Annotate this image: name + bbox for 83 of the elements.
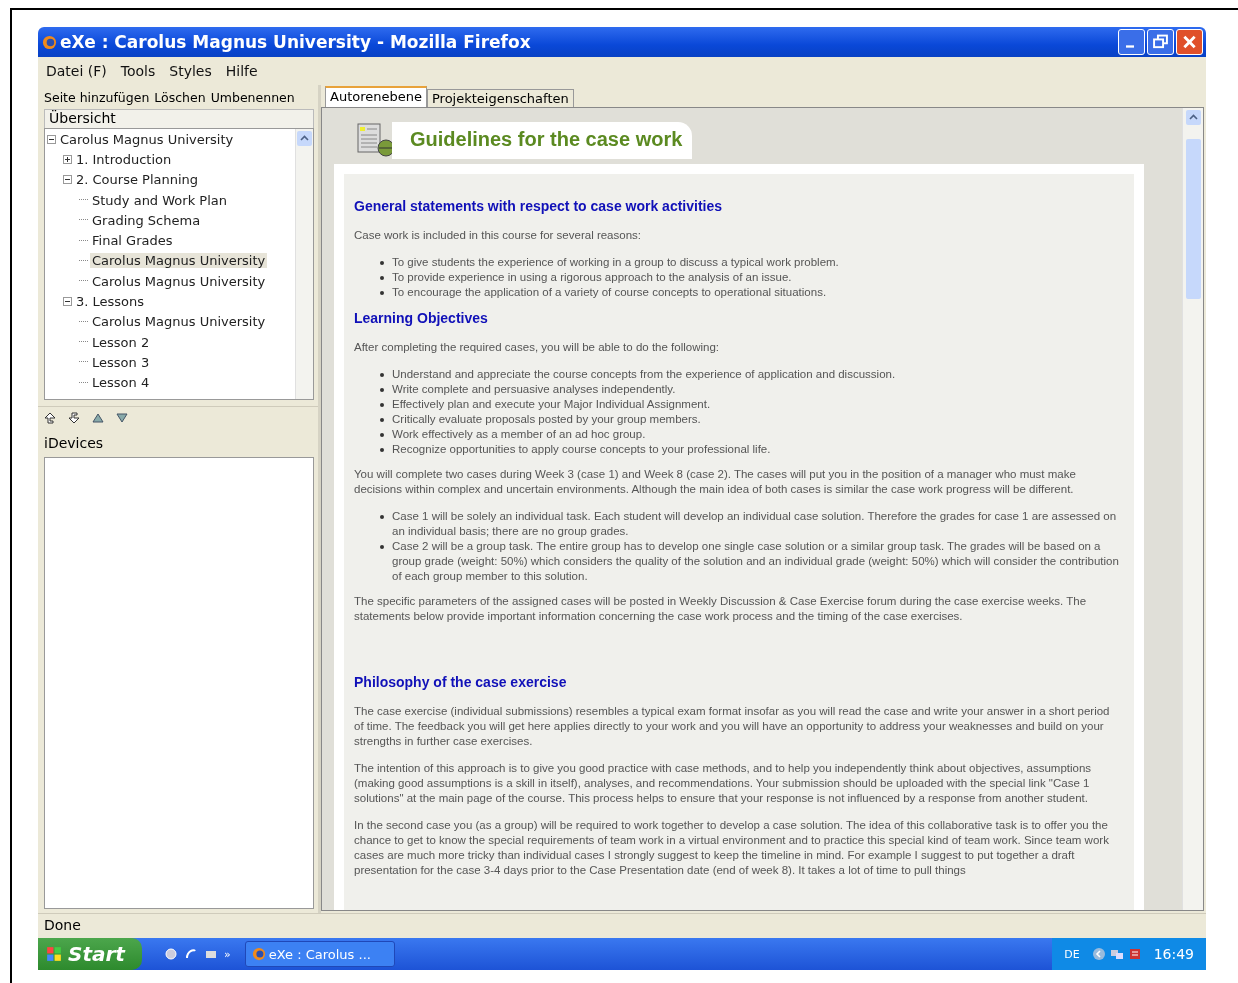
list-item: Understand and appreciate the course concepts from the experience of application and discussion. (392, 367, 896, 382)
section-heading: Philosophy of the case exercise (354, 674, 568, 690)
toolbar-button[interactable]: Seite hinzufügen (44, 89, 150, 105)
list-item: To give students the experience of working in a group to discuss a typical work problem. (392, 255, 839, 270)
paragraph: After completing the required cases, you will be able to do the following: (354, 340, 720, 355)
list-item: Case 1 will be solely an individual task. Each student will develop an individual case solution. Therefore the grades for case 1 are assessed on an individual basis; there are no group grades. (392, 509, 1118, 539)
bullet-icon (380, 261, 384, 265)
bullet-icon (380, 291, 384, 295)
bullet-icon (380, 403, 384, 407)
section-heading: Learning Objectives (354, 310, 489, 326)
paragraph: Case work is included in this course for several reasons: (354, 228, 642, 243)
tree-item[interactable]: Lesson 3 (90, 354, 152, 370)
restore-icon (1151, 33, 1170, 51)
list-item: Write complete and persuasive analyses independently. (392, 382, 676, 397)
paragraph: The specific parameters of the assigned cases will be posted in Weekly Discussion & Case Exercise forum during the case exercise weeks. The statements below provide important information concerning the case work process and the timing of the case exercises. (354, 594, 1088, 624)
status-text: Done (38, 913, 1206, 938)
collapse-icon[interactable] (63, 175, 72, 185)
tree-item[interactable]: Final Grades (90, 233, 175, 249)
paragraph: The intention of this approach is to give you good practice with case methods, and to help you independently think about objectives, assumptions (making good assumptions is a skill in itself), analyses, and recommendations. Your submission should be uploaded with the special link "Case 1 solutions" at the main page of the course. This process helps to ensure that your response is not influenced by a response from another student. (354, 761, 1093, 806)
scroll-up-icon[interactable] (297, 131, 312, 146)
bullet-icon (380, 433, 384, 437)
tree-item[interactable]: 3. Lessons (74, 294, 147, 309)
maximize-button[interactable] (1147, 29, 1174, 55)
bullet-icon (380, 515, 384, 519)
bullet-icon (380, 373, 384, 377)
window-title: eXe : Carolus Magnus University - Mozilla Firefox (60, 32, 531, 52)
scrollbar[interactable] (1182, 108, 1203, 910)
tree-item[interactable]: Study and Work Plan (90, 192, 229, 208)
tree-item[interactable]: Carolus Magnus University (58, 131, 236, 147)
toolbar-button[interactable]: Umbenennen (210, 89, 295, 105)
menu-item[interactable]: Styles (169, 63, 212, 79)
more-button[interactable]: » (224, 947, 231, 961)
tree-item[interactable]: Carolus Magnus University (90, 273, 268, 289)
section-heading: General statements with respect to case work activities (354, 198, 724, 214)
windows-logo-icon (46, 946, 62, 962)
paragraph: You will complete two cases during Week 3 (case 1) and Week 8 (case 2). The cases will put you in the position of a manager who must make decisions within complex and uncertain environments. Although the main idea of both cases is similar the case work progress will be different. (354, 467, 1077, 497)
down-arrow-icon[interactable] (116, 412, 128, 424)
demote-icon[interactable] (68, 412, 80, 424)
menu-item[interactable]: Hilfe (225, 63, 258, 79)
list-item: Recognize opportunities to apply course concepts to your professional life. (392, 442, 771, 457)
tree-item[interactable]: Carolus Magnus University (90, 253, 268, 269)
tab[interactable]: Autorenebene (325, 86, 427, 107)
minimize-button[interactable] (1118, 29, 1145, 55)
tree-item[interactable]: Lesson 2 (90, 334, 152, 350)
tree-item[interactable]: 1. Introduction (74, 151, 174, 167)
list-item: To provide experience in using a rigorous approach to the analysis of an issue. (392, 270, 792, 285)
close-button[interactable] (1176, 29, 1203, 55)
bullet-icon (380, 418, 384, 422)
bullet-icon (380, 448, 384, 452)
list-item: Case 2 will be a group task. The entire group has to develop one single case solution or a similar group task. The grades will be based on a group grade (weight: 50%) which considers the quality of the solution and an individual grade (weight: 50%) which will consider the contribution of each group member to this solution. (392, 539, 1120, 584)
paragraph: In the second case you (as a group) will be required to work together to develop a case solution. The idea of this collaborative task is to offer you the chance to get to know the special requirements of team work in a virtual environment and to practice this special kind of team work. Since team work cases are much more tricky than individual cases I strongly suggest to keep the timeline in mind. For example I suggest to put together a draft presentation for the case 3-4 days prior to the Case Presentation date (end of week 8). It takes a lot of time to pull things (354, 818, 1110, 878)
start-button[interactable]: Start (38, 938, 142, 970)
tree-item[interactable]: Lesson 4 (90, 375, 152, 391)
bullet-icon (380, 545, 384, 549)
list-item: Work effectively as a member of an ad hoc group. (392, 427, 646, 442)
bullet-icon (380, 276, 384, 280)
menu-item[interactable]: Tools (120, 63, 156, 79)
bullet-icon (380, 388, 384, 392)
clock: 16:49 (1153, 946, 1194, 962)
minimize-icon (1126, 45, 1134, 48)
idevices-label: iDevices (43, 435, 105, 453)
page-title: Guidelines for the case work (392, 121, 693, 159)
promote-icon[interactable] (44, 412, 56, 424)
outline-header: Übersicht (44, 109, 314, 128)
tree-item[interactable]: Carolus Magnus University (90, 314, 268, 330)
tree-item[interactable]: Grading Schema (90, 212, 203, 228)
list-item: Effectively plan and execute your Major Individual Assignment. (392, 397, 711, 412)
up-arrow-icon[interactable] (92, 412, 104, 424)
collapse-icon[interactable] (63, 297, 72, 306)
scroll-up-icon[interactable] (1185, 110, 1201, 125)
expand-icon[interactable] (63, 154, 72, 164)
tree-item[interactable]: 2. Course Planning (74, 172, 201, 188)
language-indicator[interactable]: DE (1064, 947, 1080, 961)
scroll-thumb[interactable] (1185, 139, 1201, 299)
list-item: Critically evaluate proposals posted by your group members. (392, 412, 701, 427)
toolbar-button[interactable]: Löschen (154, 89, 206, 105)
taskbar-button[interactable]: eXe : Carolus ... (244, 941, 395, 967)
list-item: To encourage the application of a variety of course concepts to operational situations. (392, 285, 827, 300)
scrollbar[interactable] (295, 129, 313, 399)
tab[interactable]: Projekteigenschaften (426, 89, 574, 107)
collapse-icon[interactable] (47, 134, 56, 144)
paragraph: The case exercise (individual submissions) resembles a typical exam format insofar as you will read the case and write your answer in a short period of time. The feedback you will get here applies directly to your work and you will have an opportunity to address your weaknesses and build on your strengths in further case exercises. (354, 704, 1111, 749)
menu-item[interactable]: Datei (F) (46, 63, 107, 79)
